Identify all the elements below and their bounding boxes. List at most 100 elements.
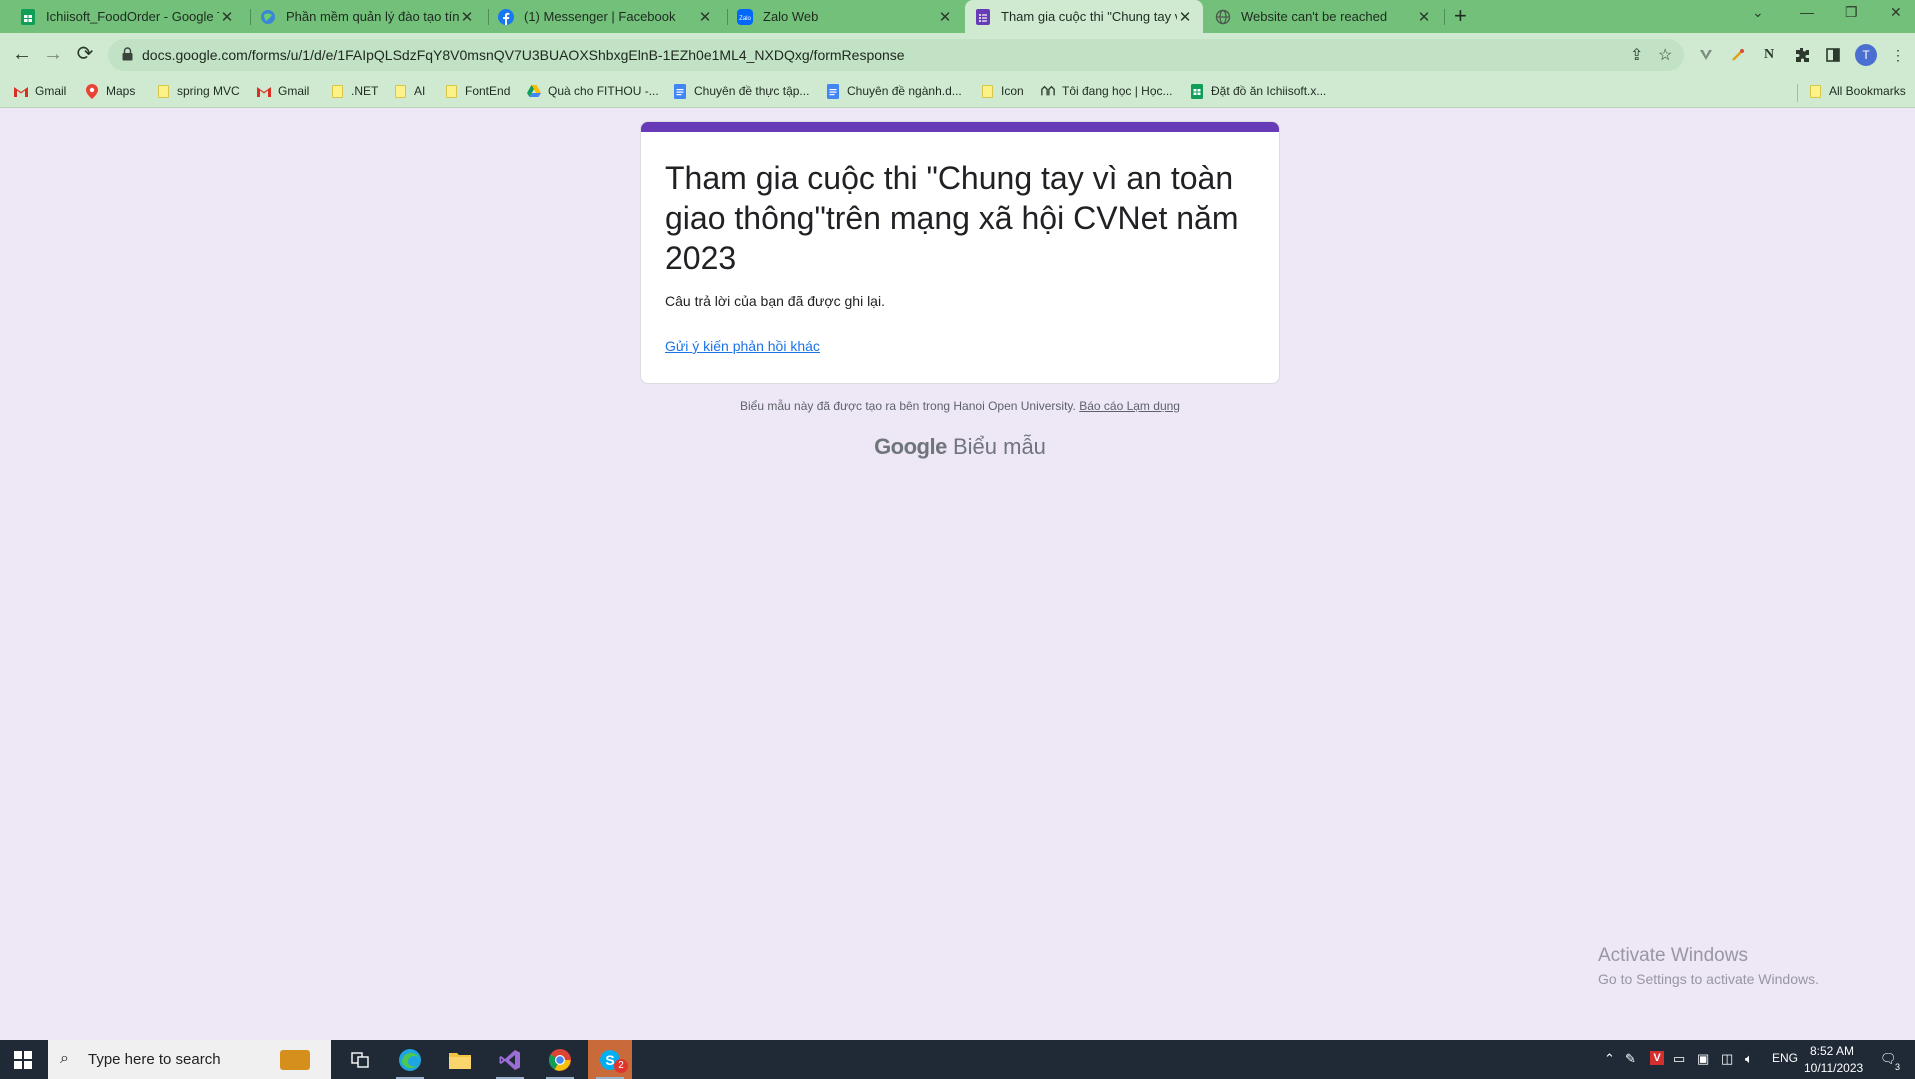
window-close-icon[interactable]: ✕ — [1890, 4, 1902, 21]
submit-another-response-link[interactable]: Gửi ý kiến phản hồi khác — [665, 338, 820, 354]
bookmark-label: Chuyên đề thực tập... — [694, 84, 810, 98]
bookmark-chuyen-de-nganh[interactable]: Chuyên đề ngành.d... — [826, 83, 962, 99]
bookmark-label: Maps — [106, 84, 136, 98]
file-explorer-icon[interactable] — [438, 1040, 482, 1079]
bookmark-qua-cho-fithou[interactable]: Quà cho FITHOU -... — [527, 84, 659, 98]
close-icon[interactable]: ✕ — [697, 8, 713, 26]
network-icon[interactable]: ◫ — [1721, 1051, 1733, 1067]
side-panel-icon[interactable] — [1823, 45, 1843, 65]
close-icon[interactable]: ✕ — [937, 8, 953, 26]
meet-now-icon[interactable]: ▭ — [1673, 1051, 1685, 1067]
bookmark-ai[interactable]: AI — [393, 84, 425, 98]
clock-time: 8:52 AM — [1809, 1044, 1855, 1058]
bookmark-fontend[interactable]: FontEnd — [444, 84, 510, 98]
new-tab-button[interactable]: + — [1454, 3, 1467, 29]
tab-phan-mem-dao-tao[interactable]: Phần mềm quản lý đào tạo tín c ✕ — [250, 0, 485, 33]
windows-start-icon[interactable] — [14, 1051, 32, 1069]
visual-studio-icon[interactable] — [488, 1040, 532, 1079]
bookmark-label: AI — [414, 84, 426, 98]
bookmark-toi-dang-hoc[interactable]: Tôi đang học | Học... — [1041, 84, 1173, 98]
tab-search-icon[interactable]: ⌄ — [1752, 4, 1764, 21]
lock-icon — [122, 47, 133, 61]
url-text: docs.google.com/forms/u/1/d/e/1FAIpQLSdz… — [142, 47, 905, 63]
bookmark-dotnet[interactable]: .NET — [330, 84, 378, 98]
chrome-icon[interactable] — [538, 1040, 582, 1079]
display-icon[interactable]: ▣ — [1697, 1051, 1709, 1067]
tab-title: Ichiisoft_FoodOrder - Google Tr — [46, 9, 219, 24]
briefcase-icon[interactable] — [280, 1050, 310, 1070]
bookmarks-bar: Gmail Maps spring MVC Gmail .NET AI Font… — [0, 77, 1915, 108]
tab-messenger[interactable]: (1) Messenger | Facebook ✕ — [488, 0, 723, 33]
footer-text: Biểu mẫu này đã được tạo ra bên trong Ha… — [740, 399, 1076, 413]
menu-kebab-icon[interactable]: ⋮ — [1888, 45, 1908, 65]
docs-icon — [826, 83, 840, 99]
page-content: Tham gia cuộc thi "Chung tay vì an toàn … — [0, 109, 1915, 1040]
close-icon[interactable]: ✕ — [219, 8, 235, 26]
forms-wordmark: Biểu mẫu — [952, 434, 1046, 459]
all-bookmarks[interactable]: All Bookmarks — [1808, 84, 1906, 98]
pen-icon[interactable]: ✎ — [1625, 1051, 1636, 1067]
report-abuse-link[interactable]: Báo cáo Lạm dụng — [1079, 399, 1180, 413]
address-bar[interactable]: docs.google.com/forms/u/1/d/e/1FAIpQLSdz… — [108, 39, 1684, 71]
bookmark-spring-mvc[interactable]: spring MVC — [156, 84, 240, 98]
show-hidden-icons-chevron-icon[interactable]: ⌃ — [1604, 1051, 1615, 1067]
forward-icon[interactable]: → — [41, 43, 65, 67]
sheets-icon — [20, 8, 36, 25]
folder-icon — [980, 84, 994, 98]
bookmark-label: Icon — [1001, 84, 1024, 98]
extensions-puzzle-icon[interactable] — [1792, 45, 1812, 65]
task-view-icon[interactable] — [338, 1040, 382, 1079]
tab-zalo-web[interactable]: Zalo Zalo Web ✕ — [727, 0, 963, 33]
browser-toolbar: ← → ⟳ docs.google.com/forms/u/1/d/e/1FAI… — [0, 33, 1915, 77]
tab-google-form-active[interactable]: Tham gia cuộc thi "Chung tay vì ✕ — [965, 0, 1203, 33]
bookmark-dat-do-an[interactable]: Đặt đồ ăn Ichiisoft.x... — [1190, 83, 1326, 99]
system-clock[interactable]: 8:52 AM 10/11/2023 — [1804, 1043, 1863, 1077]
taskbar-search-box[interactable]: ⌕ Type here to search — [48, 1040, 331, 1079]
folder-icon — [393, 84, 407, 98]
skype-icon[interactable]: S 2 — [588, 1040, 632, 1079]
bookmark-label: Gmail — [278, 84, 310, 98]
minimize-icon[interactable]: — — [1800, 4, 1814, 20]
tab-ichiisoft-foodorder[interactable]: Ichiisoft_FoodOrder - Google Tr ✕ — [10, 0, 245, 33]
restore-icon[interactable]: ❐ — [1845, 4, 1858, 21]
tab-separator — [1444, 9, 1445, 25]
back-icon[interactable]: ← — [10, 43, 34, 67]
reload-icon[interactable]: ⟳ — [73, 43, 97, 67]
vietkey-icon[interactable]: V — [1650, 1051, 1664, 1065]
bookmark-star-icon[interactable]: ☆ — [1658, 45, 1672, 65]
windows-taskbar: ⌕ Type here to search S 2 ⌃ ✎ V ▭ ▣ ◫ 🔈︎… — [0, 1040, 1915, 1079]
bookmark-chuyen-de-thuc-tap[interactable]: Chuyên đề thực tập... — [673, 83, 810, 99]
folder-icon — [1808, 84, 1822, 98]
close-icon[interactable]: ✕ — [1416, 8, 1432, 26]
gmail-icon — [257, 84, 271, 98]
close-icon[interactable]: ✕ — [459, 8, 475, 26]
share-icon[interactable]: ⇪ — [1630, 45, 1643, 65]
close-icon[interactable]: ✕ — [1177, 8, 1193, 26]
tab-website-cant-be-reached[interactable]: Website can't be reached ✕ — [1205, 0, 1442, 33]
bookmark-gmail[interactable]: Gmail — [14, 84, 66, 98]
extension-v-icon[interactable] — [1696, 45, 1716, 65]
extension-n-icon[interactable]: N — [1759, 45, 1779, 65]
google-forms-logo[interactable]: Google Biểu mẫu — [0, 434, 1915, 460]
search-placeholder: Type here to search — [88, 1051, 221, 1068]
search-icon: ⌕ — [60, 1050, 69, 1067]
all-bookmarks-label: All Bookmarks — [1829, 84, 1906, 98]
profile-avatar[interactable]: T — [1855, 44, 1877, 66]
confirmation-message: Câu trả lời của bạn đã được ghi lại. — [665, 293, 885, 309]
form-footer-note: Biểu mẫu này đã được tạo ra bên trong Ha… — [0, 399, 1915, 413]
language-indicator[interactable]: ENG — [1772, 1051, 1798, 1065]
extension-color-picker-icon[interactable] — [1728, 45, 1748, 65]
facebook-icon — [498, 8, 514, 25]
bookmark-icon-folder[interactable]: Icon — [980, 84, 1024, 98]
bookmark-label: Gmail — [35, 84, 67, 98]
bookmark-gmail-2[interactable]: Gmail — [257, 84, 309, 98]
bookmarks-divider — [1797, 84, 1798, 102]
bookmark-label: FontEnd — [465, 84, 511, 98]
volume-icon[interactable]: 🔈︎ — [1745, 1051, 1753, 1067]
bookmark-maps[interactable]: Maps — [85, 83, 136, 99]
skype-badge: 2 — [614, 1059, 628, 1073]
edge-icon[interactable] — [388, 1040, 432, 1079]
tab-title: Website can't be reached — [1241, 9, 1388, 24]
activate-windows-watermark: Activate Windows Go to Settings to activ… — [1598, 945, 1819, 987]
form-accent-bar — [641, 122, 1279, 132]
